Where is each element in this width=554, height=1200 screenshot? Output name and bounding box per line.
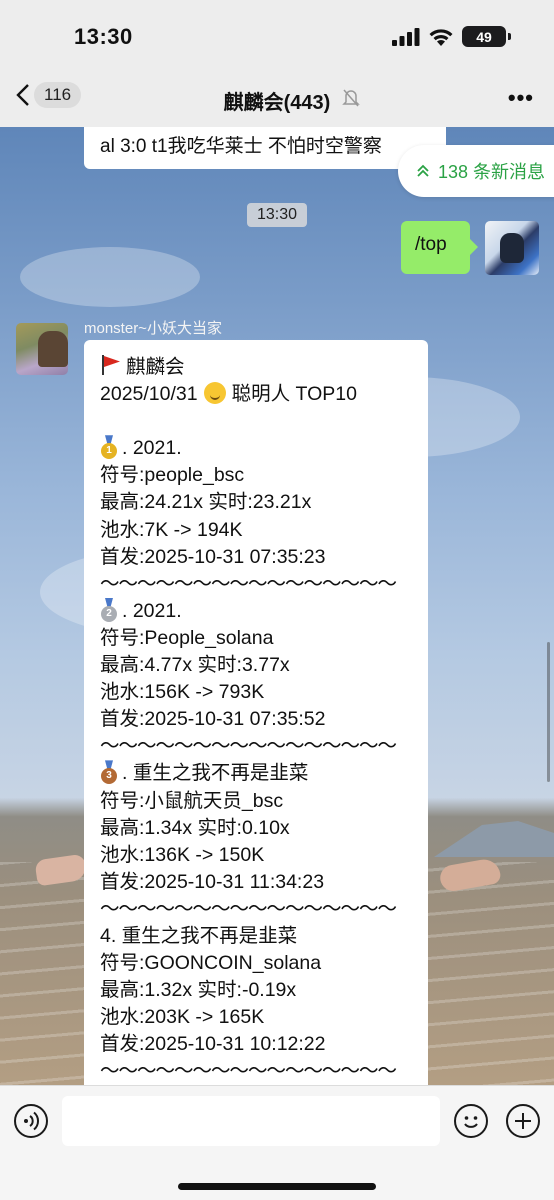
chat-title: 麒麟会(443): [223, 92, 331, 114]
bot-message-bubble[interactable]: 麒麟会 2025/10/31 聪明人 TOP10 1. 2021. 符号:peop…: [84, 340, 428, 1085]
voice-input-button[interactable]: [14, 1104, 48, 1138]
message-timestamp: 13:30: [247, 203, 307, 227]
ranking-symbol: 符号:People_solana: [100, 626, 274, 649]
wifi-icon: [429, 29, 453, 46]
sender-name: monster~小妖大当家: [84, 320, 222, 337]
message-header-line: 麒麟会: [100, 354, 428, 381]
ranking-symbol: 符号:people_bsc: [100, 464, 245, 487]
sender-avatar[interactable]: [16, 323, 68, 375]
more-functions-button[interactable]: [506, 1104, 540, 1138]
ranking-title: . 重生之我不再是韭菜: [122, 762, 309, 785]
voice-icon: [24, 1111, 40, 1131]
ranking-launch: 首发:2025-10-31 07:35:23: [100, 545, 326, 568]
ranking-stats: 最高:4.77x 实时:3.77x: [100, 654, 290, 677]
ranking-title-line: 2. 2021.: [100, 598, 428, 625]
background-cloud: [20, 247, 200, 307]
plus-icon: [515, 1113, 531, 1129]
new-messages-button[interactable]: 138 条新消息: [398, 145, 554, 197]
ranking-item: 4. 重生之我不再是韭菜 符号:GOONCOIN_solana 最高:1.32x…: [100, 923, 428, 1085]
more-options-button[interactable]: •••: [508, 85, 534, 111]
emoji-icon: [464, 1116, 478, 1128]
ranking-stats: 最高:24.21x 实时:23.21x: [100, 491, 312, 514]
ranking-launch: 首发:2025-10-31 10:12:22: [100, 1033, 326, 1056]
background-mountain: [434, 821, 554, 857]
ranking-title: . 2021.: [122, 599, 182, 622]
emoji-button[interactable]: [454, 1104, 488, 1138]
cellular-signal-icon: [392, 27, 420, 46]
ranking-pool: 池水:156K -> 793K: [100, 681, 265, 704]
previous-message-bubble[interactable]: al 3:0 t1我吃华莱士 不怕时空警察: [84, 127, 446, 169]
battery-icon: 49: [462, 26, 511, 47]
avatar-cat-figure: [500, 233, 524, 263]
message-input[interactable]: [62, 1096, 440, 1146]
my-message-bubble[interactable]: /top: [401, 221, 478, 274]
group-name: 麒麟会: [126, 356, 185, 378]
home-indicator[interactable]: [178, 1183, 376, 1190]
message-date-line: 2025/10/31 聪明人 TOP10: [100, 381, 428, 408]
ranking-pool: 池水:203K -> 165K: [100, 1006, 265, 1029]
smirk-emoji-icon: [203, 382, 226, 405]
separator-line: ～～～～～～～～～～～～～～～～: [100, 1060, 397, 1083]
silver-medal-icon: 2: [100, 598, 118, 622]
gold-medal-icon: 1: [100, 435, 118, 460]
report-title: 聪明人 TOP10: [231, 383, 357, 406]
chat-area[interactable]: al 3:0 t1我吃华莱士 不怕时空警察 138 条新消息 13:30 /to…: [0, 127, 554, 1085]
ranking-launch: 首发:2025-10-31 11:34:23: [100, 870, 325, 893]
status-time: 13:30: [74, 24, 133, 49]
ranking-launch: 首发:2025-10-31 07:35:52: [100, 708, 326, 731]
separator-line: ～～～～～～～～～～～～～～～～: [100, 572, 397, 595]
ranking-item: 2. 2021. 符号:People_solana 最高:4.77x 实时:3.…: [100, 598, 428, 761]
ranking-item: 1. 2021. 符号:people_bsc 最高:24.21x 实时:23.2…: [100, 435, 428, 598]
ranking-stats: 最高:1.34x 实时:0.10x: [100, 816, 290, 839]
status-icons: 49: [392, 26, 511, 47]
red-flag-icon: [100, 355, 122, 375]
ranking-symbol: 符号:GOONCOIN_solana: [100, 952, 322, 975]
new-messages-label: 138 条新消息: [438, 162, 546, 182]
status-bar: 13:30 49: [0, 0, 554, 75]
ranking-pool: 池水:7K -> 194K: [100, 518, 243, 541]
mute-bell-icon: [342, 89, 360, 107]
ranking-stats: 最高:1.32x 实时:-0.19x: [100, 979, 297, 1002]
separator-line: ～～～～～～～～～～～～～～～～: [100, 735, 397, 758]
nav-bar: 116 麒麟会(443) •••: [0, 75, 554, 127]
separator-line: ～～～～～～～～～～～～～～～～: [100, 897, 397, 920]
ranking-symbol: 符号:小鼠航天员_bsc: [100, 789, 284, 812]
ranking-title-line: 3. 重生之我不再是韭菜: [100, 760, 428, 787]
ranking-pool: 池水:136K -> 150K: [100, 843, 265, 866]
avatar-figure: [38, 331, 68, 367]
ranking-title: . 2021.: [122, 437, 182, 460]
ranking-title-line: 1. 2021.: [100, 435, 428, 462]
ranking-item: 3. 重生之我不再是韭菜 符号:小鼠航天员_bsc 最高:1.34x 实时:0.…: [100, 760, 428, 923]
report-date: 2025/10/31: [100, 383, 198, 406]
bronze-medal-icon: 3: [100, 760, 118, 785]
double-chevron-up-icon: [417, 164, 429, 177]
scrollbar[interactable]: [547, 642, 550, 782]
my-avatar[interactable]: [485, 221, 539, 275]
ranking-title: 4. 重生之我不再是韭菜: [100, 924, 298, 947]
